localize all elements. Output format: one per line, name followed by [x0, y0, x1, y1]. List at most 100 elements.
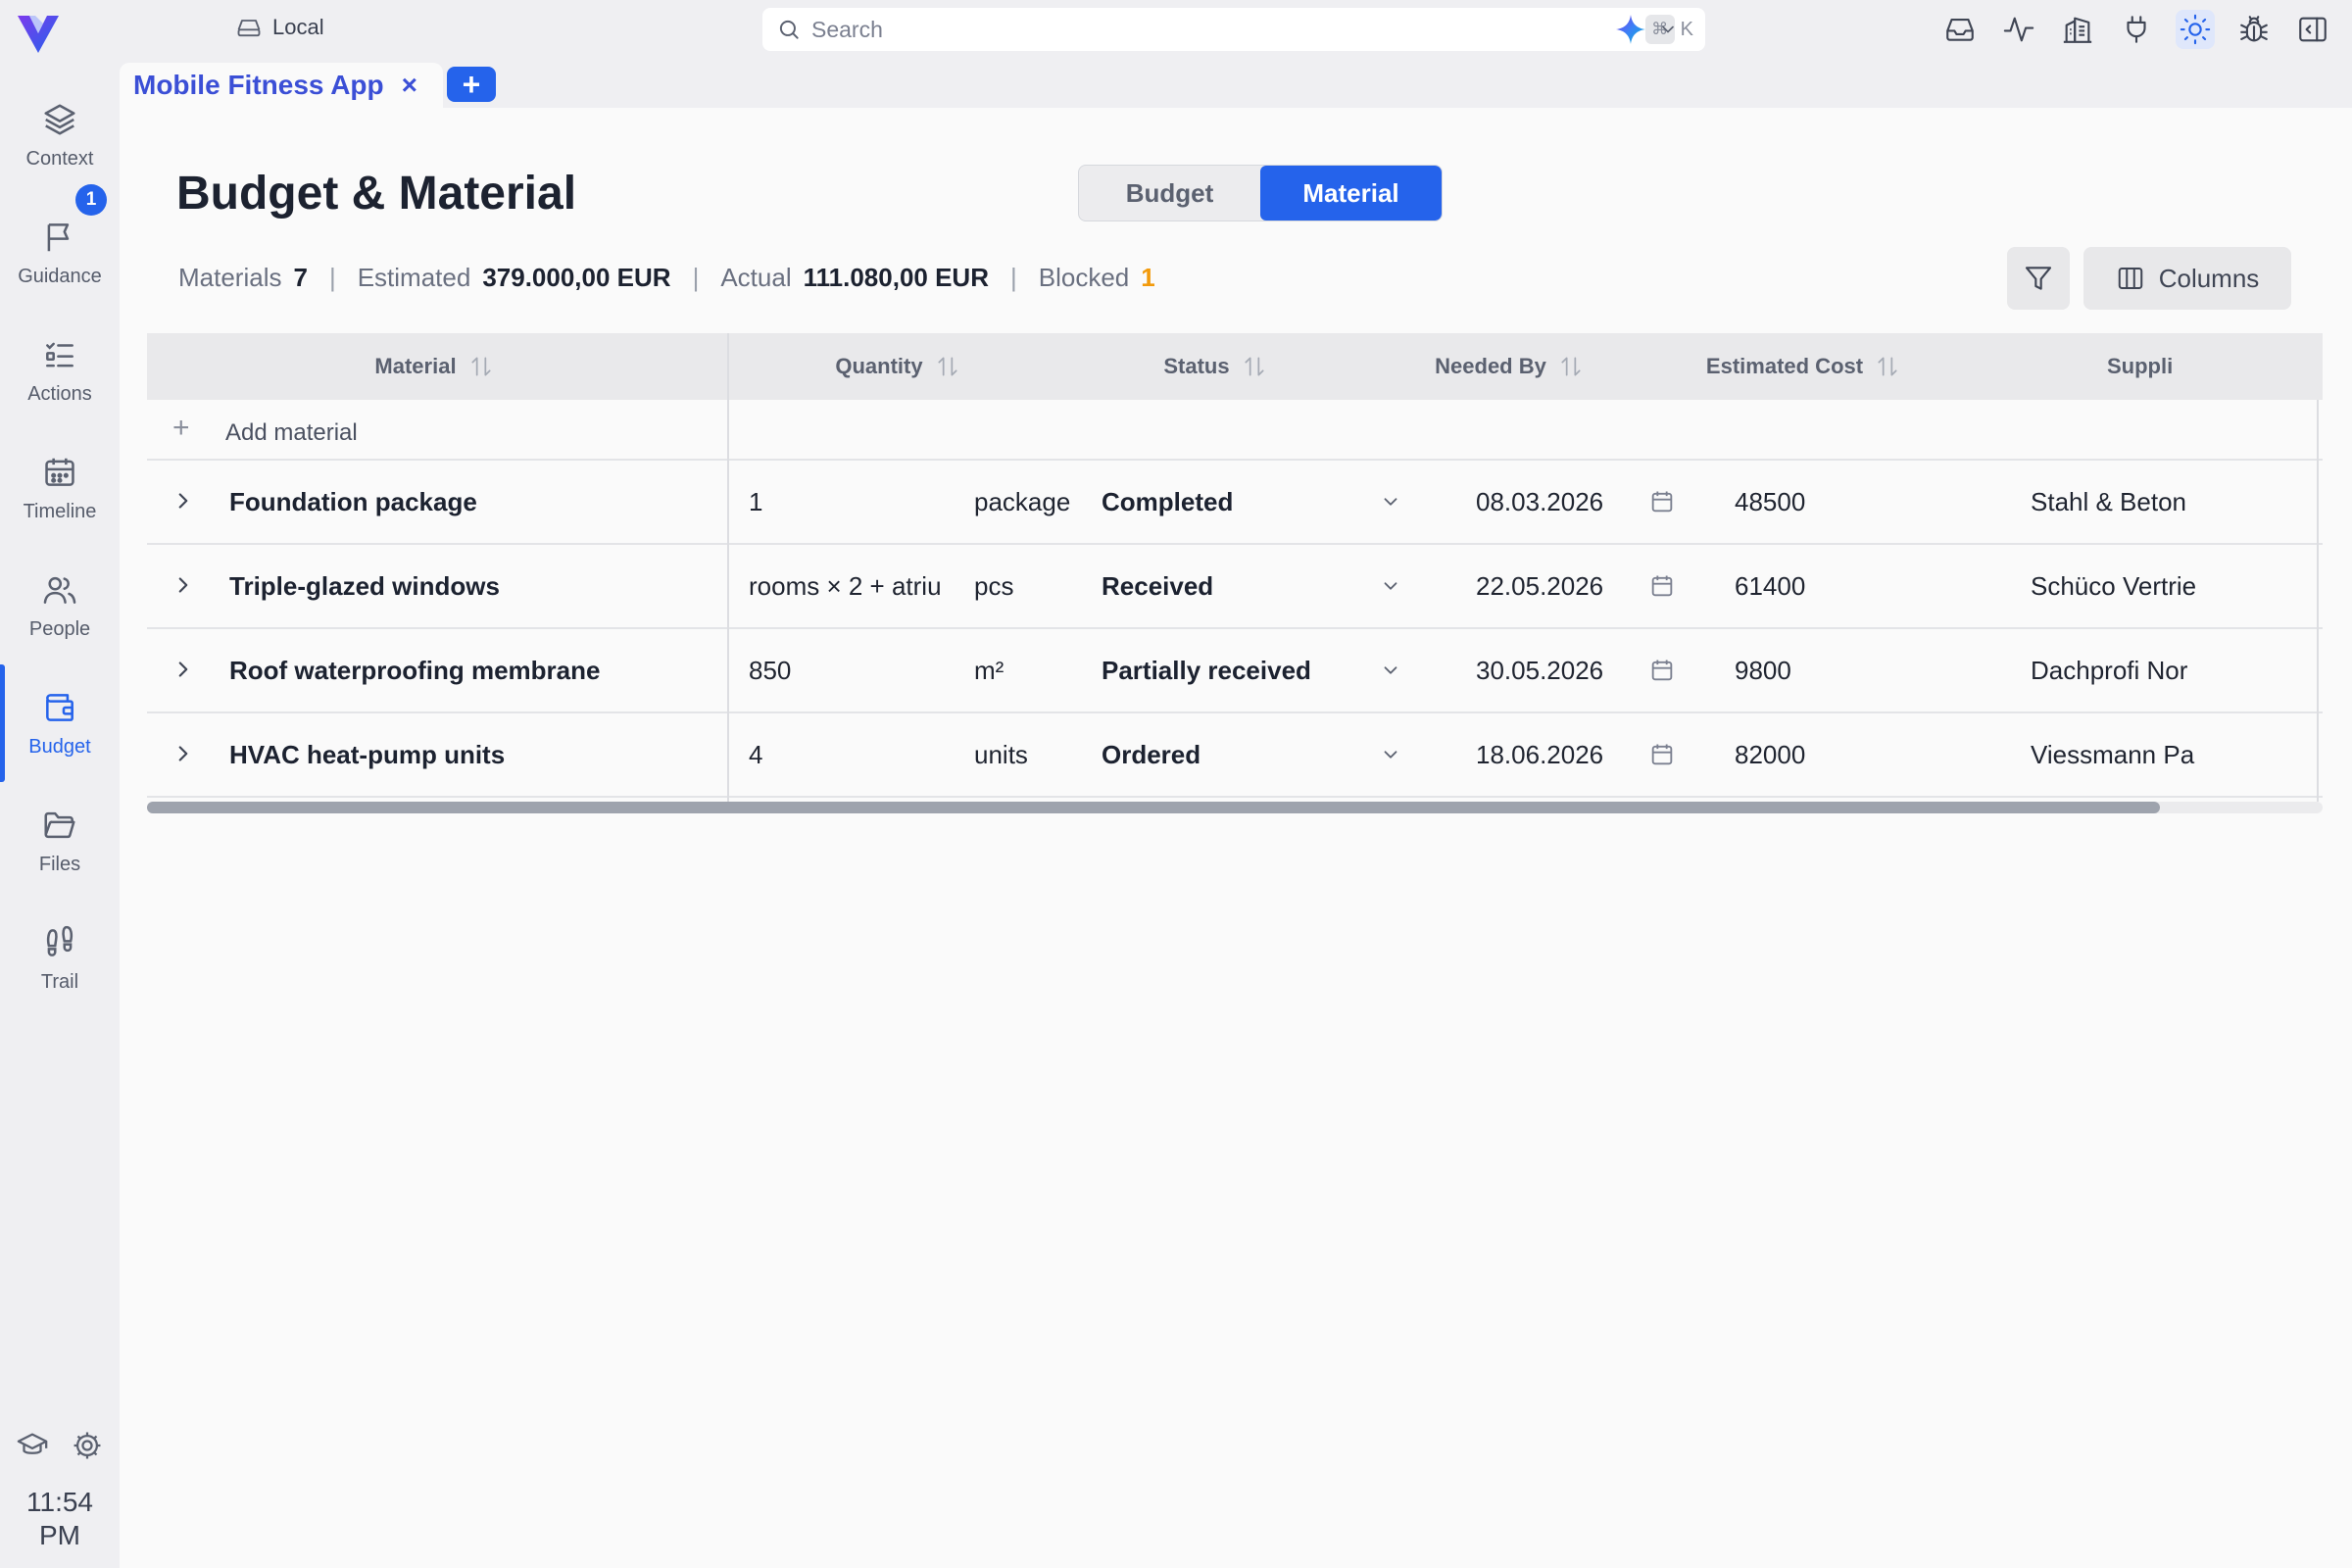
new-tab-button[interactable]: +	[447, 67, 496, 102]
horizontal-scrollbar[interactable]	[147, 802, 2323, 813]
building-icon	[2063, 17, 2092, 43]
expand-row-icon[interactable]	[171, 741, 196, 766]
needed-by-date-cell[interactable]: 08.03.2026	[1476, 461, 1642, 543]
close-tab-button[interactable]: ×	[402, 70, 417, 101]
filter-button[interactable]	[2007, 247, 2070, 310]
graduation-cap-icon[interactable]	[16, 1429, 49, 1462]
unit-cell[interactable]: units	[974, 713, 1072, 796]
columns-button[interactable]: Columns	[2083, 247, 2291, 310]
sidebar-item-actions[interactable]: Actions	[0, 312, 120, 429]
column-title: Suppli	[2107, 354, 2174, 378]
sidebar-item-context[interactable]: Context	[0, 76, 120, 194]
chevron-down-icon[interactable]	[1380, 575, 1401, 597]
people-icon	[43, 576, 76, 604]
calendar-icon[interactable]	[1648, 657, 1676, 684]
footprints-icon	[46, 925, 74, 956]
calendar-icon[interactable]	[1648, 741, 1676, 768]
estimated-cost-cell[interactable]: 61400	[1735, 545, 1989, 627]
blocked-label: Blocked	[1038, 263, 1130, 292]
status-select[interactable]: Completed	[1102, 461, 1356, 543]
panel-toggle-button[interactable]	[2293, 10, 2332, 49]
column-header-status[interactable]: Status	[1068, 333, 1362, 400]
search-bar[interactable]: ⌘ K	[762, 8, 1705, 51]
needed-by-date-cell[interactable]: 18.06.2026	[1476, 713, 1642, 796]
estimated-cost-cell[interactable]: 9800	[1735, 629, 1989, 711]
estimated-cost-cell[interactable]: 82000	[1735, 713, 1989, 796]
budget-view-button[interactable]: Budget	[1079, 166, 1260, 220]
column-header-supplier[interactable]: Suppli	[2107, 333, 2323, 400]
sidebar-item-guidance[interactable]: Guidance	[0, 194, 120, 312]
supplier-cell[interactable]: Stahl & Beton	[2031, 461, 2207, 543]
sidebar-item-people[interactable]: People	[0, 547, 120, 664]
material-name-cell[interactable]: Foundation package	[229, 461, 719, 543]
estimated-cost-cell[interactable]: 48500	[1735, 461, 1989, 543]
column-header-estimated-cost[interactable]: Estimated Cost	[1656, 333, 1950, 400]
status-select[interactable]: Partially received	[1102, 629, 1356, 711]
supplier-cell[interactable]: Dachprofi Nor	[2031, 629, 2207, 711]
sidebar-item-timeline[interactable]: Timeline	[0, 429, 120, 547]
material-name-cell[interactable]: HVAC heat-pump units	[229, 713, 719, 796]
supplier-cell[interactable]: Viessmann Pa	[2031, 713, 2207, 796]
status-select[interactable]: Received	[1102, 545, 1356, 627]
scrollbar-thumb[interactable]	[147, 802, 2160, 813]
table-row[interactable]: Foundation package 1 package Completed 08.03…	[147, 461, 2323, 545]
plug-icon	[2127, 16, 2146, 43]
quantity-cell[interactable]: 1	[749, 461, 943, 543]
supplier-cell[interactable]: Schüco Vertrie	[2031, 545, 2207, 627]
quantity-cell[interactable]: rooms × 2 + atriu	[749, 545, 943, 627]
inbox-button[interactable]	[1940, 10, 1980, 49]
app-logo[interactable]	[14, 8, 63, 57]
activity-button[interactable]	[1999, 10, 2038, 49]
gear-icon[interactable]	[71, 1429, 104, 1462]
column-divider	[2317, 400, 2319, 802]
status-select[interactable]: Ordered	[1102, 713, 1356, 796]
calendar-icon	[45, 458, 74, 486]
table-row[interactable]: HVAC heat-pump units 4 units Ordered 18.06.2…	[147, 713, 2323, 798]
quantity-cell[interactable]: 4	[749, 713, 943, 796]
sun-icon	[2180, 14, 2211, 45]
clock-time: 11:54	[26, 1487, 93, 1517]
material-name-cell[interactable]: Triple-glazed windows	[229, 545, 719, 627]
location-indicator[interactable]: Local	[235, 14, 324, 41]
search-input[interactable]	[811, 16, 1497, 43]
sidebar-item-label: Trail	[40, 970, 79, 993]
chevron-down-icon[interactable]	[1380, 491, 1401, 513]
expand-row-icon[interactable]	[171, 488, 196, 514]
needed-by-date-cell[interactable]: 22.05.2026	[1476, 545, 1642, 627]
plugin-button[interactable]	[2117, 10, 2156, 49]
table-row[interactable]: Triple-glazed windows rooms × 2 + atriu pc…	[147, 545, 2323, 629]
sidebar-item-label: People	[28, 617, 91, 640]
add-material-row[interactable]: + Add material	[147, 400, 2323, 461]
debug-button[interactable]	[2234, 10, 2274, 49]
building-button[interactable]	[2058, 10, 2097, 49]
view-toggle: Budget Material	[1078, 165, 1443, 221]
expand-row-icon[interactable]	[171, 657, 196, 682]
material-name-cell[interactable]: Roof waterproofing membrane	[229, 629, 719, 711]
column-title: Needed By	[1435, 354, 1546, 378]
chevron-down-icon[interactable]	[1380, 660, 1401, 681]
top-bar: Local ⌘ K	[120, 0, 2352, 59]
needed-by-date-cell[interactable]: 30.05.2026	[1476, 629, 1642, 711]
quantity-cell[interactable]: 850	[749, 629, 943, 711]
calendar-icon[interactable]	[1648, 488, 1676, 515]
theme-toggle-button[interactable]	[2176, 10, 2215, 49]
sidebar-item-files[interactable]: Files	[0, 782, 120, 900]
expand-row-icon[interactable]	[171, 572, 196, 598]
sidebar-item-budget[interactable]: Budget	[0, 664, 120, 782]
materials-table: Material Quantity Status Needed By Estim…	[147, 333, 2323, 813]
unit-cell[interactable]: package	[974, 461, 1072, 543]
material-view-button[interactable]: Material	[1260, 166, 1442, 220]
calendar-icon[interactable]	[1648, 572, 1676, 600]
actual-label: Actual	[720, 263, 792, 292]
column-header-needed-by[interactable]: Needed By	[1362, 333, 1656, 400]
table-row[interactable]: Roof waterproofing membrane 850 m² Partiall…	[147, 629, 2323, 713]
chevron-down-icon[interactable]	[1380, 744, 1401, 765]
k-key: K	[1680, 18, 1693, 40]
column-header-material[interactable]: Material	[147, 333, 721, 400]
unit-cell[interactable]: pcs	[974, 545, 1072, 627]
sidebar-item-trail[interactable]: Trail	[0, 900, 120, 1017]
tab-mobile-fitness-app[interactable]: Mobile Fitness App ×	[120, 63, 443, 108]
ai-assistant-menu[interactable]	[1613, 12, 1678, 47]
unit-cell[interactable]: m²	[974, 629, 1072, 711]
column-header-quantity[interactable]: Quantity	[721, 333, 1074, 400]
